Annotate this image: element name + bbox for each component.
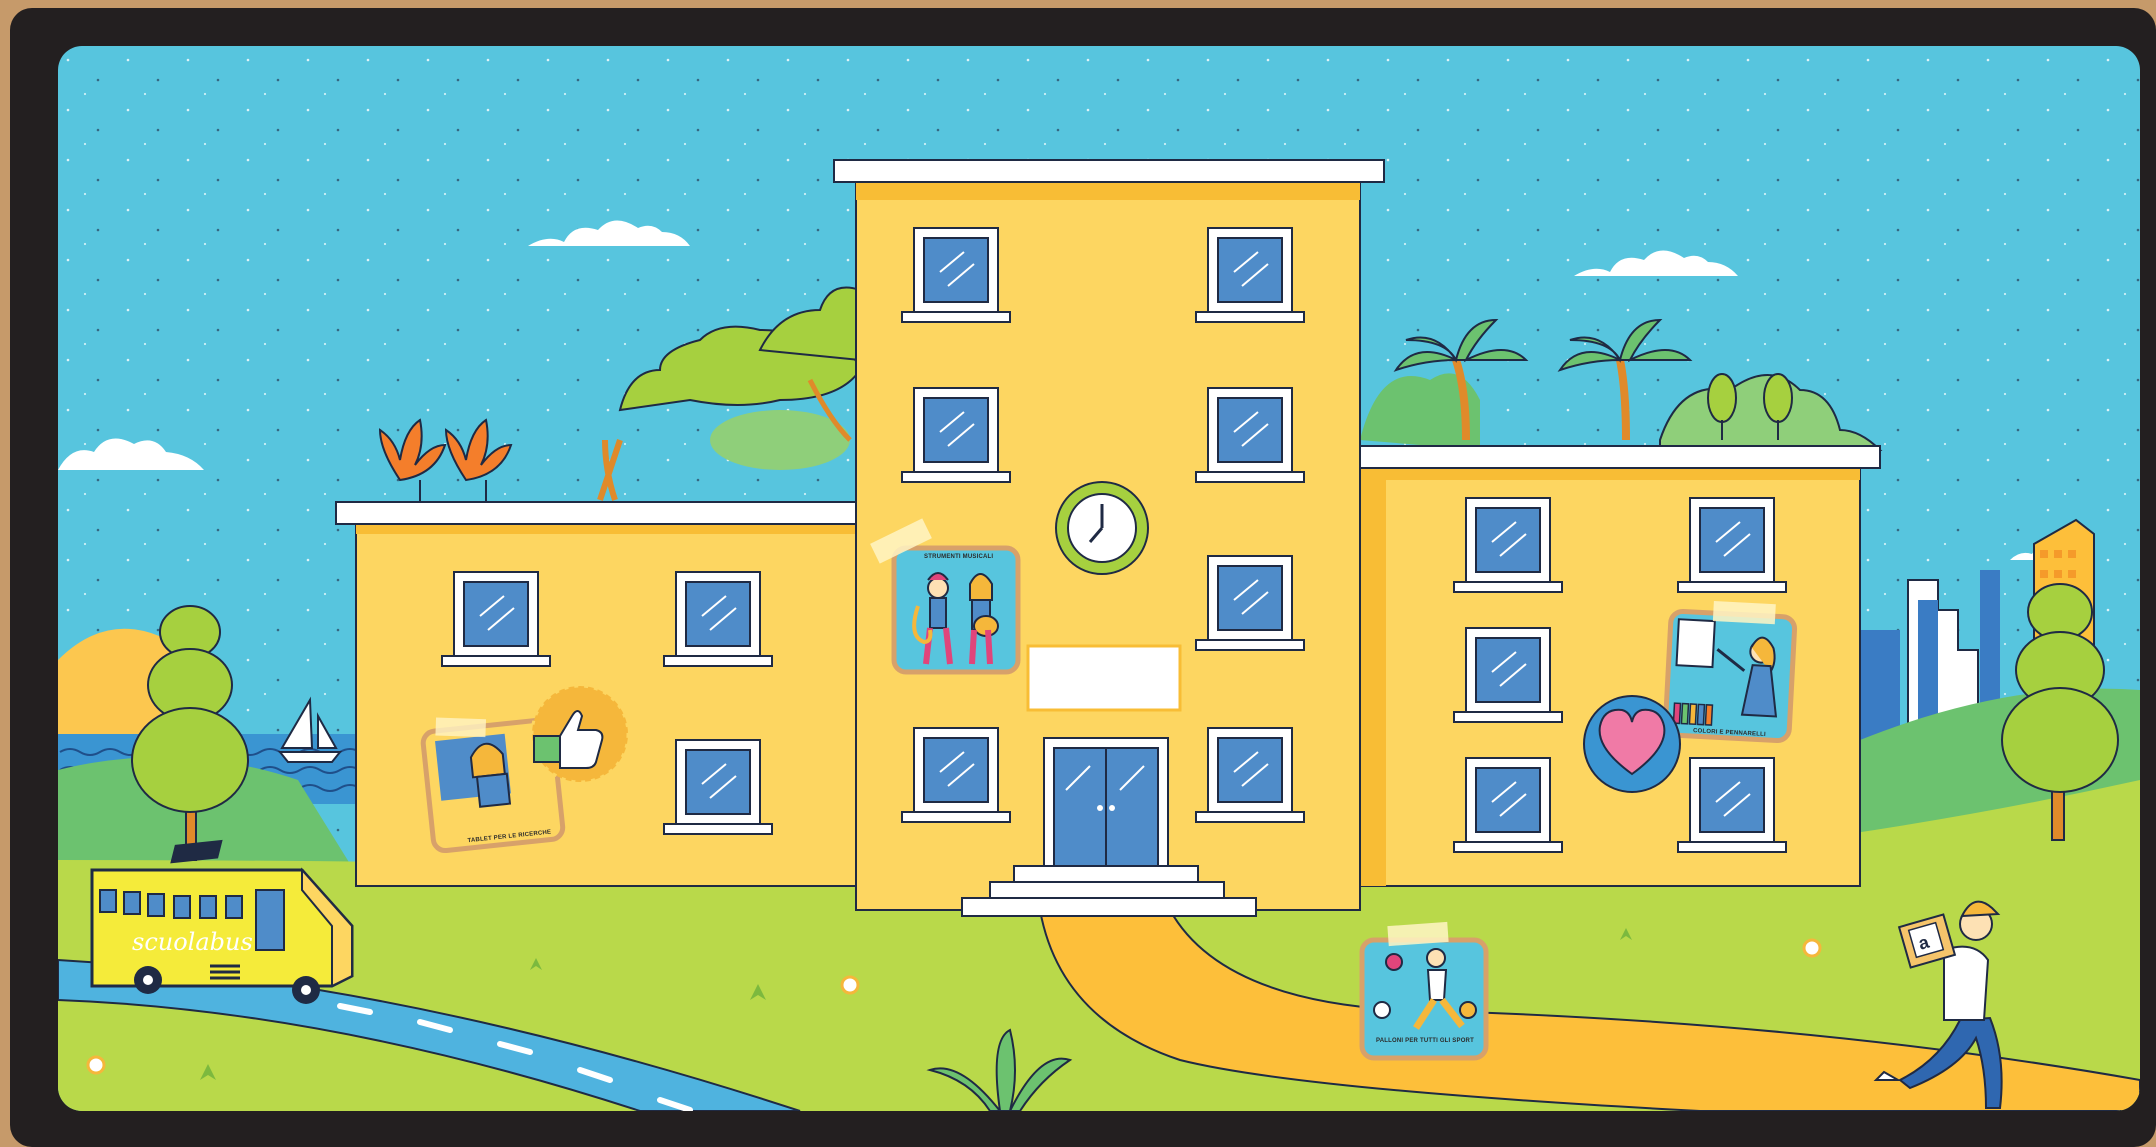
school-door[interactable]: [1043, 737, 1169, 869]
school-sign: [1026, 644, 1182, 712]
window: [441, 571, 551, 667]
window: [1677, 497, 1787, 593]
window: [901, 227, 1011, 323]
school-scene: TABLET PER LE RICERCHE STRUMENTI MUSICAL…: [58, 46, 2140, 1111]
school-right-wing: [1359, 445, 1881, 887]
clock-icon: [1055, 481, 1149, 575]
window: [663, 571, 773, 667]
window: [1453, 757, 1563, 853]
like-badge[interactable]: [530, 684, 630, 784]
window: [901, 387, 1011, 483]
window: [1195, 387, 1305, 483]
window: [1453, 627, 1563, 723]
school-bus: scuolabus: [90, 867, 354, 1004]
window: [663, 739, 773, 835]
window: [1453, 497, 1563, 593]
window: [1677, 757, 1787, 853]
window: [1195, 227, 1305, 323]
window: [901, 727, 1011, 823]
window: [1195, 727, 1305, 823]
bus-label: scuolabus: [132, 928, 253, 956]
window: [1195, 555, 1305, 651]
love-badge[interactable]: [1583, 695, 1681, 793]
sticker-colors: COLORI E PENNARELLI: [1662, 601, 1798, 744]
sticker-balls-label: PALLONI PER TUTTI GLI SPORT: [1376, 1038, 1474, 1044]
sticker-balls: PALLONI PER TUTTI GLI SPORT: [1359, 921, 1489, 1061]
sticker-music-label: STRUMENTI MUSICALI: [924, 554, 993, 560]
